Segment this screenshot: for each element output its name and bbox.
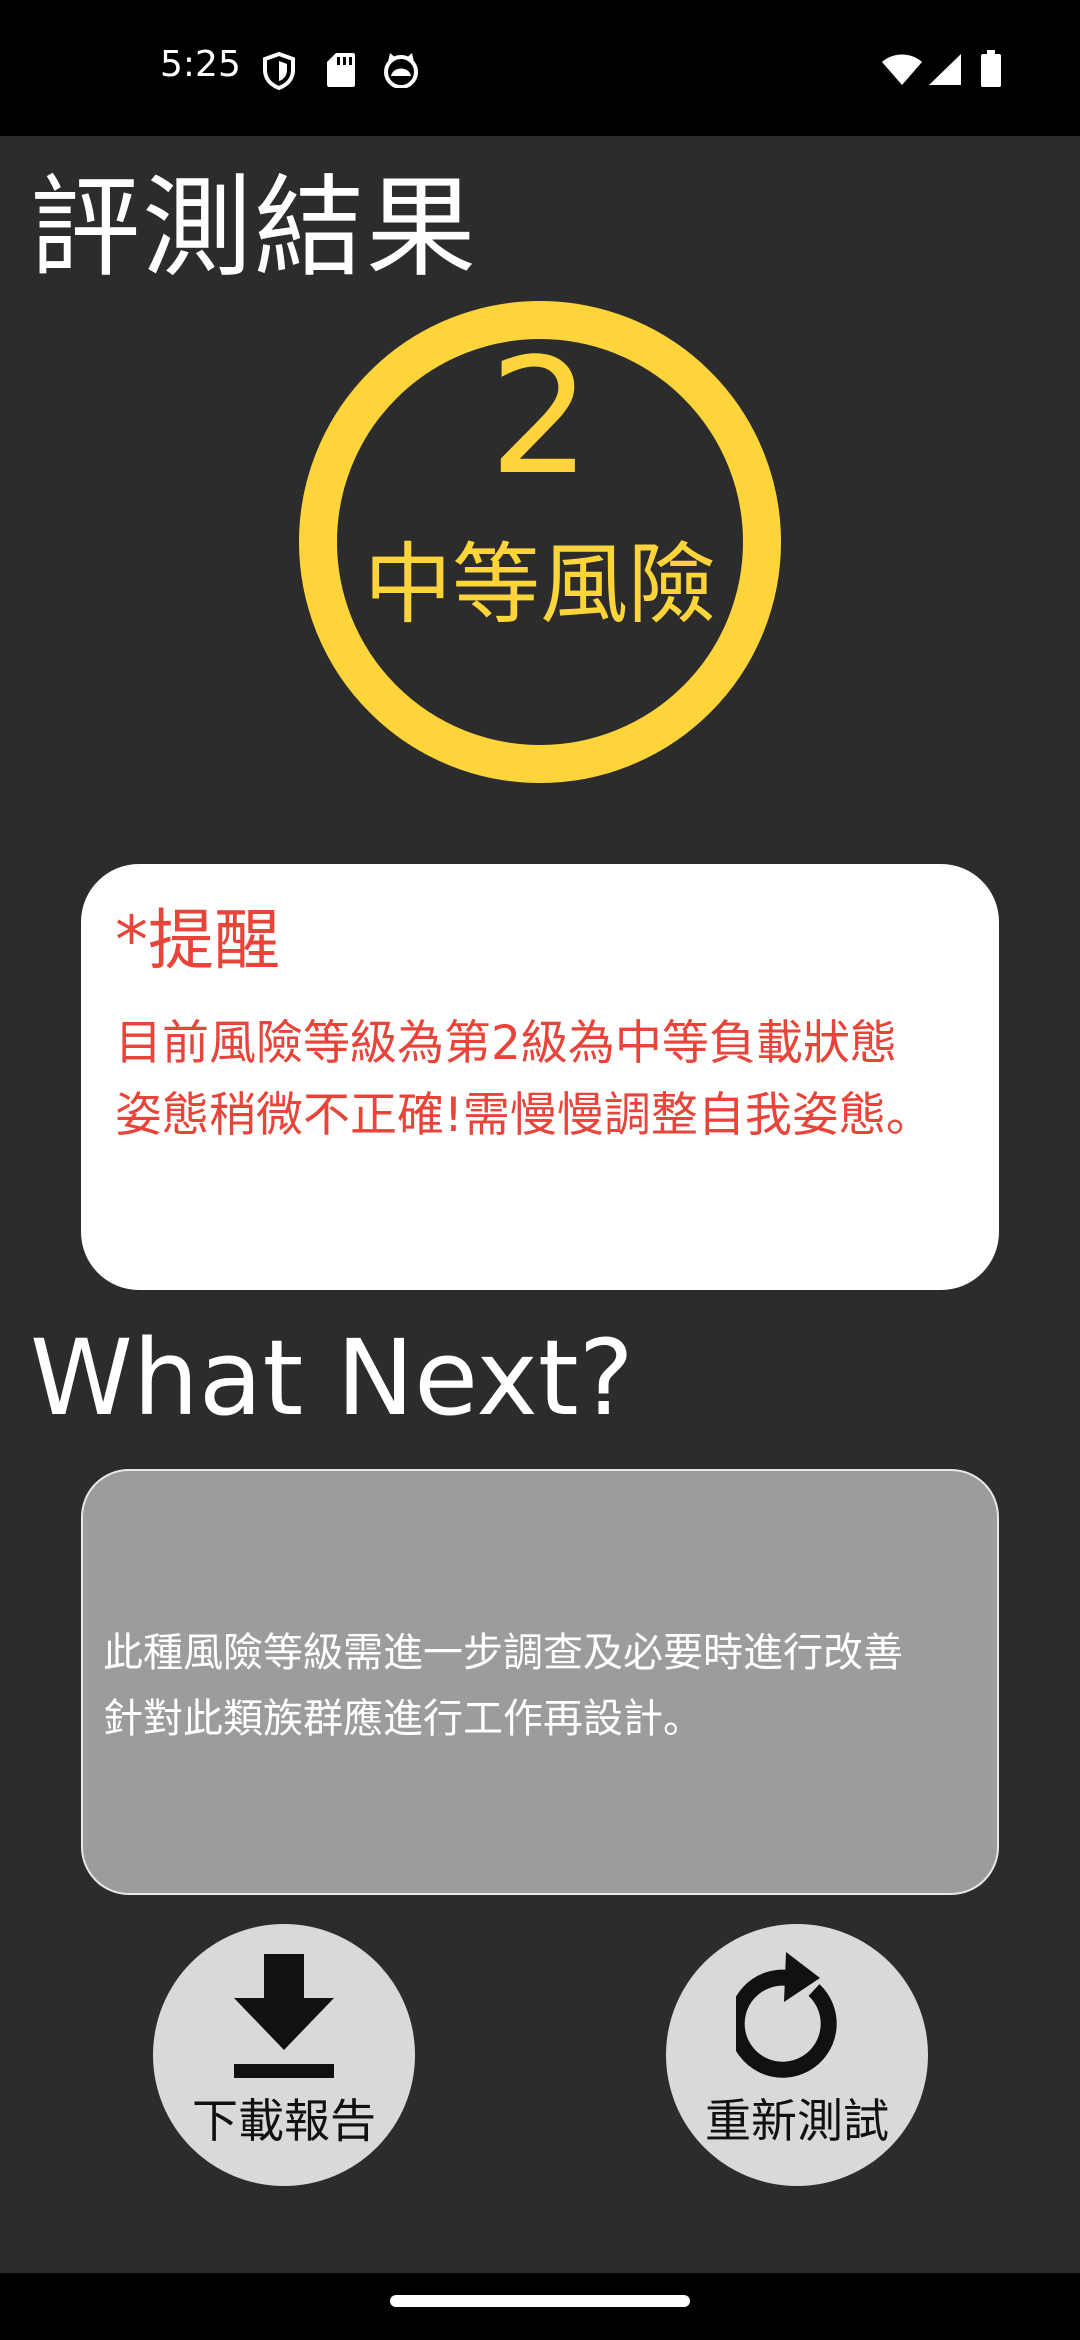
sd-card-icon [327,53,355,87]
refresh-icon [736,1952,837,2078]
page-title: 評測結果 [30,164,478,292]
status-time: 5:25 [160,44,241,85]
reminder-text-line-1: 目前風險等級為第2級為中等負載狀態 [115,1016,897,1071]
status-bar: 5:25 [0,0,1080,136]
navigation-bar [0,2273,1080,2340]
download-report-button[interactable]: 下載報告 [153,1924,415,2186]
reminder-text-line-2: 姿態稍微不正確!需慢慢調整自我姿態。 [115,1088,933,1143]
result-screen: 評測結果 2 中等風險 *提醒 目前風險等級為第2級為中等負載狀態 姿態稍微不正… [0,136,1080,2273]
download-icon [234,1954,334,2078]
advice-text-line-1: 此種風險等級需進一步調查及必要時進行改善 [103,1630,903,1676]
download-report-label: 下載報告 [192,2094,376,2148]
home-gesture-handle[interactable] [390,2295,690,2307]
wifi-icon [882,54,922,85]
what-next-heading: What Next? [30,1317,634,1439]
risk-level-label: 中等風險 [363,533,716,636]
shield-icon [263,52,295,90]
advice-text-line-2: 針對此類族群應進行工作再設計。 [103,1696,703,1742]
retest-label: 重新測試 [705,2094,889,2148]
risk-level-number: 2 [489,323,591,510]
signal-icon [929,54,961,85]
reminder-card: *提醒 目前風險等級為第2級為中等負載狀態 姿態稍微不正確!需慢慢調整自我姿態。 [81,864,999,1290]
battery-icon [981,50,1001,87]
cat-face-icon [384,53,418,88]
reminder-title: *提醒 [115,902,280,979]
advice-card: 此種風險等級需進一步調查及必要時進行改善 針對此類族群應進行工作再設計。 [81,1469,999,1895]
retest-button[interactable]: 重新測試 [666,1924,928,2186]
